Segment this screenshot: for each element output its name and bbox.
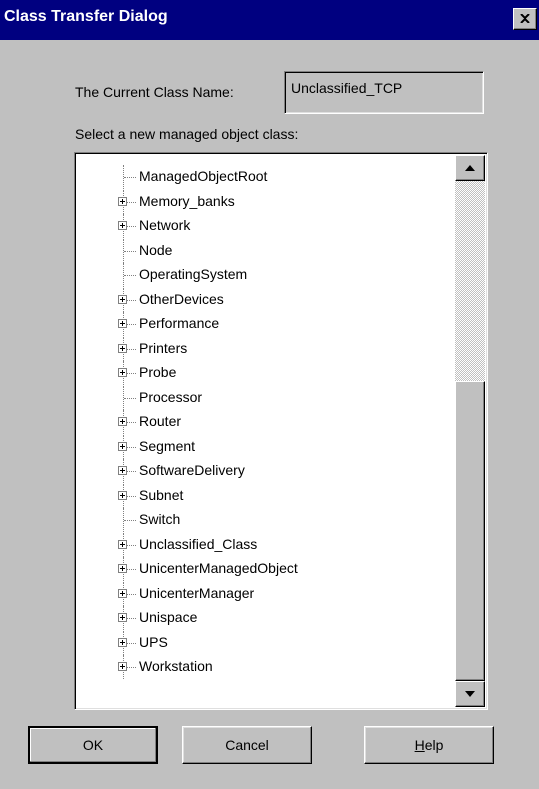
- expand-plus-icon[interactable]: [118, 368, 127, 377]
- scroll-down-button[interactable]: [455, 681, 485, 707]
- tree-item[interactable]: Subnet: [75, 483, 445, 508]
- tree-item-label: Printers: [139, 339, 188, 356]
- tree-item-label: Unclassified_Class: [139, 535, 258, 552]
- tree-item-label: Processor: [139, 388, 203, 405]
- tree-item-label: Node: [139, 241, 173, 258]
- tree-item-label: Probe: [139, 364, 177, 380]
- expand-plus-icon[interactable]: [118, 343, 127, 353]
- tree-item-label: OtherDevices: [139, 290, 224, 307]
- tree-item-label: Memory_banks: [139, 192, 235, 209]
- ok-button[interactable]: OK: [28, 726, 158, 764]
- tree-item[interactable]: OperatingSystem: [75, 263, 445, 287]
- tree-item-label: UnicenterManagedObject: [139, 560, 298, 576]
- expand-plus-icon[interactable]: [118, 221, 127, 230]
- expand-plus-icon[interactable]: [118, 490, 127, 500]
- tree-item[interactable]: ManagedObjectRoot: [75, 165, 445, 189]
- tree-item[interactable]: Router: [75, 410, 445, 434]
- tree-item[interactable]: Switch: [75, 508, 445, 532]
- tree-item[interactable]: UPS: [75, 630, 445, 655]
- close-button[interactable]: [513, 8, 537, 30]
- tree-item[interactable]: UnicenterManagedObject: [75, 557, 445, 581]
- expand-plus-icon[interactable]: [118, 417, 127, 426]
- tree-item[interactable]: Performance: [75, 312, 445, 336]
- tree-item-label: Switch: [139, 511, 181, 527]
- scroll-up-button[interactable]: [455, 155, 485, 181]
- tree-item-label: SoftwareDelivery: [139, 462, 245, 478]
- current-class-value: Unclassified_TCP: [291, 80, 403, 96]
- tree-item[interactable]: UnicenterManager: [75, 581, 445, 606]
- scroll-track[interactable]: [455, 181, 485, 381]
- current-class-field: Unclassified_TCP: [284, 71, 484, 114]
- tree-item[interactable]: Network: [75, 214, 445, 238]
- tree-item-label: Unispace: [139, 609, 198, 625]
- tree-item-label: Performance: [139, 315, 220, 331]
- tree-item-label: OperatingSystem: [139, 266, 248, 282]
- tree-item[interactable]: Processor: [75, 385, 445, 410]
- vertical-scrollbar[interactable]: [455, 155, 485, 707]
- cancel-label: Cancel: [225, 737, 269, 753]
- expand-plus-icon[interactable]: [118, 613, 127, 622]
- expand-plus-icon[interactable]: [118, 319, 127, 328]
- title-bar[interactable]: Class Transfer Dialog: [0, 0, 539, 40]
- tree-item-label: Router: [139, 413, 182, 429]
- tree-item-label: UnicenterManager: [139, 584, 255, 601]
- tree-item[interactable]: Memory_banks: [75, 189, 445, 214]
- arrow-down-icon: [465, 691, 475, 697]
- tree-item[interactable]: Unclassified_Class: [75, 532, 445, 557]
- ok-label: OK: [82, 737, 104, 753]
- tree-item-label: Subnet: [139, 486, 184, 503]
- class-tree[interactable]: Workstation UPS Unispace UnicenterManager Un…: [74, 152, 488, 710]
- tree-item[interactable]: Segment: [75, 434, 445, 459]
- scroll-thumb[interactable]: [455, 381, 485, 681]
- tree-item[interactable]: OtherDevices: [75, 287, 445, 312]
- class-transfer-dialog: Class Transfer Dialog The Current Class …: [0, 0, 539, 789]
- dialog-title: Class Transfer Dialog: [4, 8, 168, 25]
- tree-item[interactable]: SoftwareDelivery: [75, 459, 445, 483]
- expand-plus-icon[interactable]: [118, 294, 127, 304]
- tree-item[interactable]: Printers: [75, 336, 445, 361]
- tree-item-label: Workstation: [139, 658, 213, 674]
- tree-item[interactable]: Node: [75, 238, 445, 263]
- cancel-button[interactable]: Cancel: [182, 726, 312, 764]
- close-icon: [520, 14, 530, 23]
- expand-plus-icon[interactable]: [118, 441, 127, 451]
- tree-item[interactable]: Probe: [75, 361, 445, 385]
- expand-plus-icon[interactable]: [118, 662, 127, 671]
- tree-item-label: Network: [139, 217, 191, 233]
- current-class-label: The Current Class Name:: [75, 84, 234, 100]
- tree-item-label: Segment: [139, 437, 196, 454]
- tree-item-label: ManagedObjectRoot: [139, 168, 268, 184]
- expand-plus-icon[interactable]: [118, 466, 127, 475]
- expand-plus-icon[interactable]: [118, 564, 127, 573]
- expand-plus-icon[interactable]: [118, 196, 127, 206]
- tree-item[interactable]: Unispace: [75, 606, 445, 630]
- help-label: elp: [424, 737, 444, 753]
- help-button[interactable]: Help: [364, 726, 494, 764]
- expand-plus-icon[interactable]: [118, 637, 127, 647]
- arrow-up-icon: [465, 165, 475, 171]
- tree-item[interactable]: Workstation: [75, 655, 445, 679]
- select-class-label: Select a new managed object class:: [75, 126, 299, 142]
- expand-plus-icon[interactable]: [118, 588, 127, 598]
- help-label-mnemonic: H: [414, 737, 425, 753]
- expand-plus-icon[interactable]: [118, 539, 127, 549]
- tree-item-label: UPS: [139, 633, 168, 650]
